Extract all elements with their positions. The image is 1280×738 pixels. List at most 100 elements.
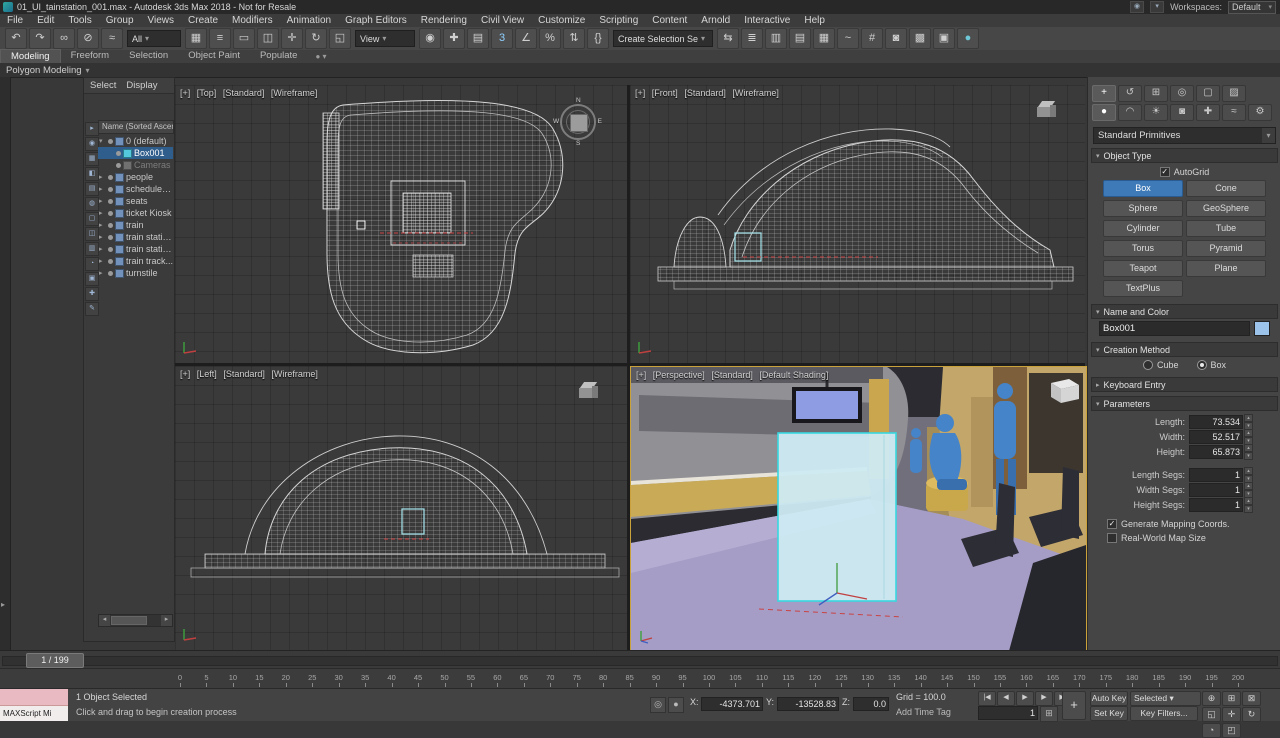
next-frame-button[interactable]: ▶ bbox=[1035, 691, 1053, 706]
coord-x-field[interactable]: -4373.701 bbox=[701, 697, 763, 711]
rectangular-selection-icon[interactable]: ▭ bbox=[233, 28, 255, 49]
button-tube[interactable]: Tube bbox=[1186, 220, 1266, 237]
select-and-move-icon[interactable]: ✛ bbox=[281, 28, 303, 49]
viewcube[interactable]: N S W E bbox=[555, 99, 601, 145]
menu-file[interactable]: File bbox=[0, 15, 30, 26]
button-cylinder[interactable]: Cylinder bbox=[1103, 220, 1183, 237]
maxscript-mini-listener[interactable]: MAXScript Mi bbox=[0, 689, 68, 721]
maxscript-listener-row[interactable]: MAXScript Mi bbox=[0, 706, 68, 721]
explorer-hscrollbar[interactable]: ◂ ▸ bbox=[98, 614, 173, 627]
menu-arnold[interactable]: Arnold bbox=[694, 15, 737, 26]
menu-graph-editors[interactable]: Graph Editors bbox=[338, 15, 414, 26]
explorer-item[interactable]: Box001 bbox=[98, 147, 173, 159]
reference-coordinate-dropdown[interactable]: View▾ bbox=[355, 30, 415, 47]
ribbon-config-icon[interactable]: ● ▾ bbox=[315, 52, 326, 61]
button-sphere[interactable]: Sphere bbox=[1103, 200, 1183, 217]
render-production-icon[interactable]: ● bbox=[957, 28, 979, 49]
zoom-extents-icon[interactable]: ⊠ bbox=[1242, 691, 1261, 706]
align-icon[interactable]: ≣ bbox=[741, 28, 763, 49]
shapes-category[interactable]: ◠ bbox=[1118, 104, 1142, 121]
ribbon-tab-object-paint[interactable]: Object Paint bbox=[178, 49, 250, 63]
creation-method-header[interactable]: ▾Creation Method bbox=[1091, 342, 1278, 357]
explorer-menu-select[interactable]: Select bbox=[90, 80, 116, 93]
viewcube-mini[interactable] bbox=[1037, 101, 1057, 119]
viewport-perspective[interactable]: [+] [Perspective] [Standard] [Default Sh… bbox=[630, 366, 1087, 652]
button-geosphere[interactable]: GeoSphere bbox=[1186, 200, 1266, 217]
fov-icon[interactable]: ◔ bbox=[1202, 723, 1221, 738]
explorer-item[interactable]: ▸people bbox=[98, 171, 173, 183]
viewport-front[interactable]: [+] [Front] [Standard] [Wireframe] bbox=[630, 85, 1085, 363]
visibility-toggle-icon[interactable] bbox=[108, 199, 113, 204]
name-and-color-header[interactable]: ▾Name and Color bbox=[1091, 304, 1278, 319]
coord-z-field[interactable]: 0.0 bbox=[853, 697, 889, 711]
geometry-category[interactable]: ● bbox=[1092, 104, 1116, 121]
go-to-start-button[interactable]: |◀ bbox=[978, 691, 996, 706]
scroll-left-icon[interactable]: ◂ bbox=[99, 615, 110, 626]
viewport-top[interactable]: [+] [Top] [Standard] [Wireframe] N S W E bbox=[175, 85, 627, 363]
menu-group[interactable]: Group bbox=[99, 15, 141, 26]
menu-civil-view[interactable]: Civil View bbox=[474, 15, 531, 26]
add-time-tag[interactable]: Add Time Tag bbox=[896, 707, 951, 717]
object-color-swatch[interactable] bbox=[1254, 321, 1270, 336]
viewport-menu-renderer[interactable]: [Standard] bbox=[711, 370, 753, 380]
select-and-scale-icon[interactable]: ◱ bbox=[329, 28, 351, 49]
menu-animation[interactable]: Animation bbox=[280, 15, 338, 26]
param-field-width-segs-[interactable]: 1 bbox=[1189, 483, 1243, 497]
viewcube-south[interactable]: S bbox=[576, 140, 580, 147]
autogrid-checkbox[interactable]: ✓ AutoGrid bbox=[1093, 167, 1276, 177]
zoom-icon[interactable]: ⊕ bbox=[1202, 691, 1221, 706]
spinner-control[interactable]: ▴▾ bbox=[1244, 444, 1253, 460]
bind-to-spacewarp-icon[interactable]: ≈ bbox=[101, 28, 123, 49]
viewport-menu-shading[interactable]: [Wireframe] bbox=[271, 88, 318, 98]
notification-icon[interactable]: ▾ bbox=[1150, 1, 1164, 13]
visibility-toggle-icon[interactable] bbox=[108, 223, 113, 228]
menu-help[interactable]: Help bbox=[797, 15, 832, 26]
select-and-link-icon[interactable]: ∞ bbox=[53, 28, 75, 49]
button-torus[interactable]: Torus bbox=[1103, 240, 1183, 257]
select-by-name-icon[interactable]: ≡ bbox=[209, 28, 231, 49]
param-field-length-[interactable]: 73.534 bbox=[1189, 415, 1243, 429]
menu-customize[interactable]: Customize bbox=[531, 15, 592, 26]
button-teapot[interactable]: Teapot bbox=[1103, 260, 1183, 277]
expand-caret-icon[interactable]: ▸ bbox=[99, 209, 106, 217]
viewport-menu-renderer[interactable]: [Standard] bbox=[684, 88, 726, 98]
explorer-tool-icon-7[interactable]: ◫ bbox=[85, 227, 99, 241]
auto-key-button[interactable]: Auto Key bbox=[1090, 691, 1128, 706]
viewport-menu-renderer[interactable]: [Standard] bbox=[223, 369, 265, 379]
spinner-control[interactable]: ▴▾ bbox=[1244, 497, 1253, 513]
selection-set-dropdown[interactable]: Selected ▾ bbox=[1130, 691, 1201, 706]
viewport-menu-shading[interactable]: [Wireframe] bbox=[732, 88, 779, 98]
param-field-height-[interactable]: 65.873 bbox=[1189, 445, 1243, 459]
explorer-tool-icon-1[interactable]: ◉ bbox=[85, 137, 99, 151]
toggle-scene-explorer-icon[interactable]: ▥ bbox=[765, 28, 787, 49]
selection-lock-icon[interactable]: ● bbox=[668, 697, 684, 713]
explorer-item[interactable]: ▸turnstile bbox=[98, 267, 173, 279]
percent-snap-icon[interactable]: % bbox=[539, 28, 561, 49]
explorer-tool-icon-11[interactable]: ✚ bbox=[85, 287, 99, 301]
coord-y-field[interactable]: -13528.83 bbox=[777, 697, 839, 711]
explorer-item[interactable]: ▸ticket Kiosk bbox=[98, 207, 173, 219]
scroll-track[interactable] bbox=[148, 615, 161, 626]
hierarchy-tab[interactable]: ⊞ bbox=[1144, 85, 1168, 102]
time-slider-track[interactable] bbox=[2, 656, 1278, 666]
visibility-toggle-icon[interactable] bbox=[108, 139, 113, 144]
parameters-header[interactable]: ▾Parameters bbox=[1091, 396, 1278, 411]
button-plane[interactable]: Plane bbox=[1186, 260, 1266, 277]
cameras-category[interactable]: ◙ bbox=[1170, 104, 1194, 121]
explorer-tool-icon-3[interactable]: ◧ bbox=[85, 167, 99, 181]
explorer-tool-icon-10[interactable]: ▣ bbox=[85, 272, 99, 286]
checkbox-real-world-map-size[interactable]: Real-World Map Size bbox=[1093, 531, 1276, 545]
viewport-layout-strip[interactable]: ▸ bbox=[0, 77, 11, 650]
scroll-thumb[interactable] bbox=[111, 616, 147, 625]
schematic-view-icon[interactable]: # bbox=[861, 28, 883, 49]
expand-caret-icon[interactable]: ▸ bbox=[99, 185, 106, 193]
viewport-left[interactable]: [+] [Left] [Standard] [Wireframe] bbox=[175, 366, 627, 650]
menu-edit[interactable]: Edit bbox=[30, 15, 61, 26]
expand-caret-icon[interactable]: ▾ bbox=[99, 137, 106, 145]
spinner-control[interactable]: ▴▾ bbox=[1244, 414, 1253, 430]
modify-tab[interactable]: ↺ bbox=[1118, 85, 1142, 102]
render-setup-icon[interactable]: ▩ bbox=[909, 28, 931, 49]
visibility-toggle-icon[interactable] bbox=[108, 187, 113, 192]
play-button[interactable]: ▶ bbox=[1016, 691, 1034, 706]
button-textplus[interactable]: TextPlus bbox=[1103, 280, 1183, 297]
